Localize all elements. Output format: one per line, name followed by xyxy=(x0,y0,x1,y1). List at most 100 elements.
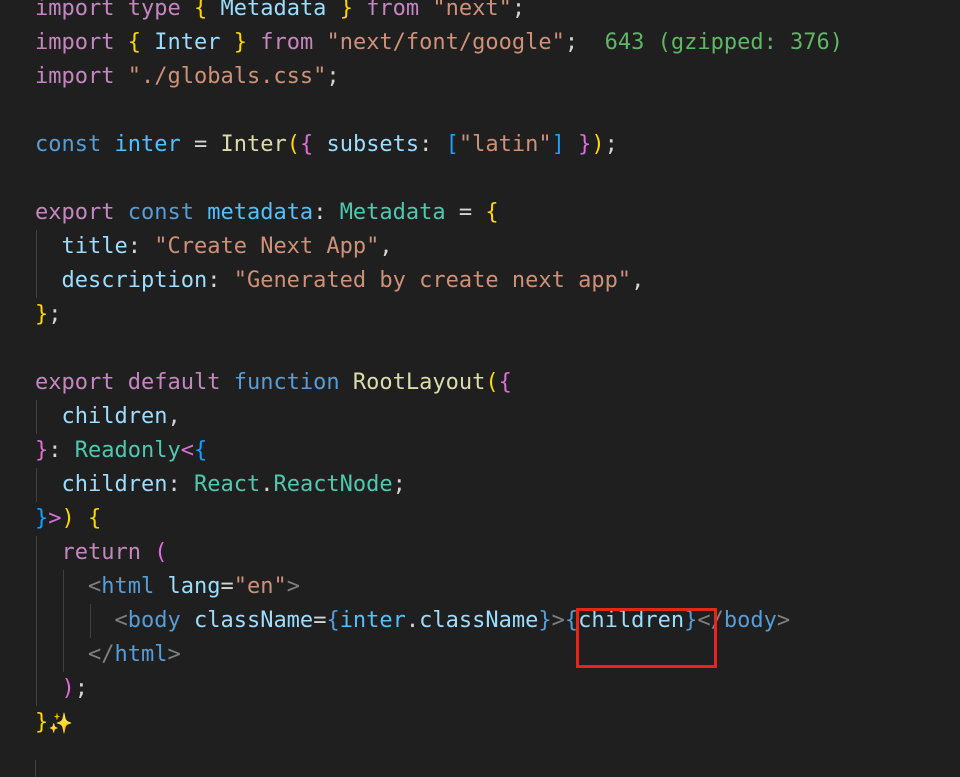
code-line[interactable]: <html lang="en"> xyxy=(35,570,960,604)
code-token: = xyxy=(313,608,327,633)
code-line[interactable] xyxy=(35,94,960,128)
code-token: ( xyxy=(154,540,168,565)
code-line[interactable]: }: Readonly<{ xyxy=(35,434,960,468)
code-token: { xyxy=(299,132,314,157)
code-line[interactable] xyxy=(35,332,960,366)
code-line[interactable]: import "./globals.css"; xyxy=(35,60,960,94)
code-token: { xyxy=(127,30,141,55)
code-token: const xyxy=(127,200,194,225)
code-token: } xyxy=(35,302,49,327)
code-line[interactable]: }; xyxy=(35,298,960,332)
code-token: metadata xyxy=(207,200,314,225)
code-line[interactable]: description: "Generated by create next a… xyxy=(35,264,960,298)
code-token: = xyxy=(180,132,221,157)
code-token: { xyxy=(88,506,102,531)
code-token: import xyxy=(35,30,115,55)
code-token: Metadata xyxy=(220,0,327,21)
code-token: subsets xyxy=(326,132,420,157)
code-token: Inter xyxy=(154,30,221,55)
code-line[interactable]: title: "Create Next App", xyxy=(35,230,960,264)
code-token: className xyxy=(193,608,314,633)
code-token: function xyxy=(233,370,340,395)
code-token: description xyxy=(61,268,208,293)
code-token: ; xyxy=(326,64,340,89)
code-line[interactable]: <body className={inter.className}>{child… xyxy=(35,604,960,638)
code-token: : xyxy=(419,132,446,157)
code-token: . xyxy=(405,608,420,633)
code-line[interactable]: import { Inter } from "next/font/google"… xyxy=(35,26,960,60)
code-lines[interactable]: import type { Metadata } from "next"; imp… xyxy=(35,0,960,740)
code-token: "next" xyxy=(432,0,512,21)
code-token: children xyxy=(61,404,168,429)
code-token: React xyxy=(193,472,261,497)
code-line[interactable]: </html> xyxy=(35,638,960,672)
code-token: > xyxy=(48,506,62,531)
sparkle-icon[interactable]: ✨ xyxy=(48,706,73,740)
code-token: ) xyxy=(591,132,605,157)
code-token: ; xyxy=(564,30,579,55)
code-token: : xyxy=(313,200,340,225)
code-token: import xyxy=(35,0,115,21)
code-token: } xyxy=(684,608,698,633)
code-token: = xyxy=(220,574,234,599)
code-line[interactable]: export default function RootLayout({ xyxy=(35,366,960,400)
code-token: children xyxy=(61,472,168,497)
code-token: > xyxy=(776,608,791,633)
code-token: } xyxy=(578,132,592,157)
code-token: "en" xyxy=(233,574,287,599)
code-token: export xyxy=(35,200,115,225)
code-token: ; xyxy=(48,302,62,327)
code-line[interactable]: children, xyxy=(35,400,960,434)
code-token: ; xyxy=(604,132,618,157)
code-token: < xyxy=(114,608,128,633)
code-token: : xyxy=(167,472,194,497)
code-token: title xyxy=(61,234,128,259)
code-token: children xyxy=(578,608,685,633)
code-editor[interactable]: import type { Metadata } from "next"; imp… xyxy=(0,0,960,777)
code-token: inter xyxy=(114,132,181,157)
code-token: body xyxy=(127,608,181,633)
code-token: ) xyxy=(61,506,75,531)
code-token: Readonly xyxy=(74,438,181,463)
code-token: } xyxy=(35,710,49,735)
code-token: : xyxy=(207,268,234,293)
code-line[interactable]: }>) { xyxy=(35,502,960,536)
code-token: Metadata xyxy=(339,200,446,225)
code-line[interactable]: import type { Metadata } from "next"; xyxy=(35,0,960,26)
code-line[interactable]: }✨ xyxy=(35,706,960,740)
code-token: Inter xyxy=(220,132,287,157)
code-line[interactable]: return ( xyxy=(35,536,960,570)
code-token: html xyxy=(101,574,155,599)
code-line[interactable]: export const metadata: Metadata = { xyxy=(35,196,960,230)
code-line[interactable] xyxy=(35,162,960,196)
code-token: > xyxy=(286,574,300,599)
code-token: ] xyxy=(551,132,565,157)
code-token: </ xyxy=(87,642,115,667)
code-token: { xyxy=(193,438,208,463)
code-token: > xyxy=(551,608,565,633)
code-token: from xyxy=(366,0,420,21)
code-token: "Generated by create next app" xyxy=(233,268,632,293)
code-line[interactable]: ); xyxy=(35,672,960,706)
code-token: ; xyxy=(74,676,88,701)
code-token: ; xyxy=(392,472,406,497)
code-token: 643 (gzipped: 376) xyxy=(604,30,844,55)
code-token: : xyxy=(48,438,75,463)
code-line[interactable]: children: React.ReactNode; xyxy=(35,468,960,502)
code-line[interactable]: const inter = Inter({ subsets: ["latin"]… xyxy=(35,128,960,162)
code-token: [ xyxy=(445,132,459,157)
